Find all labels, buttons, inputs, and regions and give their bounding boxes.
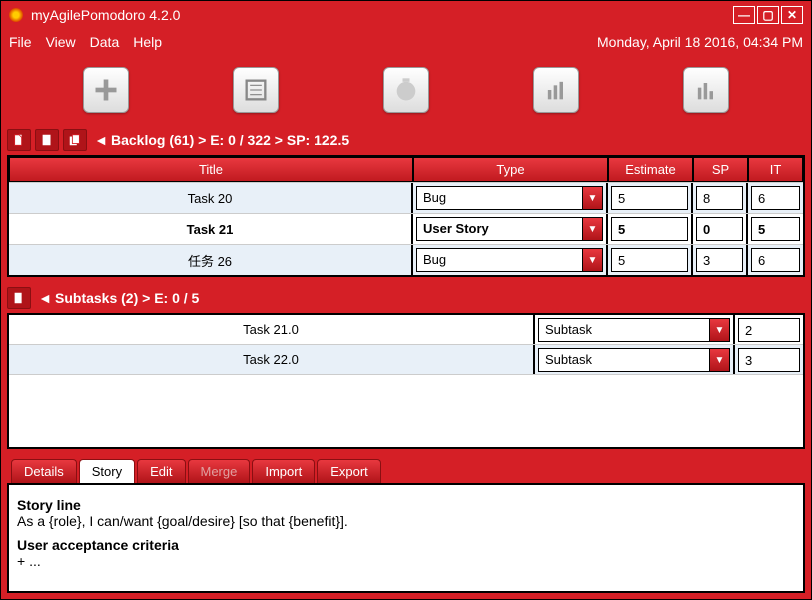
it-input[interactable] xyxy=(751,217,800,241)
subtasks-breadcrumb: Subtasks (2) > E: 0 / 5 xyxy=(55,290,199,306)
timer-icon xyxy=(392,76,420,104)
chart-icon xyxy=(542,76,570,104)
tab-merge: Merge xyxy=(188,459,251,483)
window-title: myAgilePomodoro 4.2.0 xyxy=(31,7,733,23)
estimate-input[interactable] xyxy=(611,186,688,210)
menu-file[interactable]: File xyxy=(9,34,32,50)
new-page-button[interactable] xyxy=(35,129,59,151)
estimate-input[interactable] xyxy=(611,248,688,272)
criteria-text: + ... xyxy=(17,553,795,569)
type-dropdown[interactable]: User Story▼ xyxy=(416,217,603,241)
story-panel[interactable]: Story line As a {role}, I can/want {goal… xyxy=(7,483,805,593)
subtask-row[interactable]: Task 22.0Subtask▼ xyxy=(9,345,803,375)
row-title: 任务 26 xyxy=(9,245,413,275)
type-dropdown[interactable]: Bug▼ xyxy=(416,248,603,272)
sp-input[interactable] xyxy=(696,248,743,272)
type-value: User Story xyxy=(417,218,582,240)
close-button[interactable]: ✕ xyxy=(781,6,803,24)
chart2-icon xyxy=(692,76,720,104)
subtask-refresh-button[interactable] xyxy=(7,287,31,309)
col-title[interactable]: Title xyxy=(9,157,413,182)
menu-help[interactable]: Help xyxy=(133,34,162,50)
page-icon xyxy=(12,133,26,147)
it-input[interactable] xyxy=(751,186,800,210)
chart-button[interactable] xyxy=(533,67,579,113)
type-value: Subtask xyxy=(539,349,709,371)
chevron-down-icon[interactable]: ▼ xyxy=(709,319,729,341)
menu-data[interactable]: Data xyxy=(90,34,120,50)
minimize-button[interactable]: — xyxy=(733,6,755,24)
chevron-down-icon[interactable]: ▼ xyxy=(709,349,729,371)
table-row[interactable]: Task 20Bug▼ xyxy=(9,182,803,213)
story-heading: Story line xyxy=(17,497,795,513)
story-line: As a {role}, I can/want {goal/desire} [s… xyxy=(17,513,795,529)
chevron-down-icon[interactable]: ▼ xyxy=(582,187,602,209)
duplicate-button[interactable] xyxy=(63,129,87,151)
type-value: Bug xyxy=(417,249,582,271)
sp-input[interactable] xyxy=(696,186,743,210)
nav-back[interactable]: ◄ xyxy=(93,131,109,149)
timer-button[interactable] xyxy=(383,67,429,113)
menu-view[interactable]: View xyxy=(46,34,76,50)
type-dropdown[interactable]: Bug▼ xyxy=(416,186,603,210)
datetime-label: Monday, April 18 2016, 04:34 PM xyxy=(597,34,803,50)
estimate-input[interactable] xyxy=(611,217,688,241)
detail-tabs: Details Story Edit Merge Import Export xyxy=(1,455,811,483)
main-toolbar xyxy=(1,55,811,125)
sp-input[interactable] xyxy=(696,217,743,241)
app-icon xyxy=(9,8,23,22)
subtask-title: Task 22.0 xyxy=(9,345,535,374)
page-icon xyxy=(12,291,26,305)
maximize-button[interactable]: ▢ xyxy=(757,6,779,24)
backlog-table: Title Type Estimate SP IT Task 20Bug▼Tas… xyxy=(7,155,805,277)
list-icon xyxy=(242,76,270,104)
chevron-down-icon[interactable]: ▼ xyxy=(582,249,602,271)
subtask-title: Task 21.0 xyxy=(9,315,535,344)
chevron-down-icon[interactable]: ▼ xyxy=(582,218,602,240)
col-estimate[interactable]: Estimate xyxy=(608,157,693,182)
tab-edit[interactable]: Edit xyxy=(137,459,185,483)
list-button[interactable] xyxy=(233,67,279,113)
subtask-row[interactable]: Task 21.0Subtask▼ xyxy=(9,315,803,345)
col-type[interactable]: Type xyxy=(413,157,608,182)
titlebar: myAgilePomodoro 4.2.0 — ▢ ✕ xyxy=(1,1,811,29)
row-title: Task 20 xyxy=(9,183,413,213)
type-value: Subtask xyxy=(539,319,709,341)
col-sp[interactable]: SP xyxy=(693,157,748,182)
subtask-num-input[interactable] xyxy=(738,318,800,342)
subtasks-table: Task 21.0Subtask▼Task 22.0Subtask▼ xyxy=(7,313,805,449)
it-input[interactable] xyxy=(751,248,800,272)
add-button[interactable] xyxy=(83,67,129,113)
tab-import[interactable]: Import xyxy=(252,459,315,483)
criteria-heading: User acceptance criteria xyxy=(17,537,795,553)
page-icon xyxy=(40,133,54,147)
subtask-type-dropdown[interactable]: Subtask▼ xyxy=(538,348,730,372)
type-value: Bug xyxy=(417,187,582,209)
subtasks-section-bar: ◄ Subtasks (2) > E: 0 / 5 xyxy=(1,283,811,313)
backlog-section-bar: ◄ Backlog (61) > E: 0 / 322 > SP: 122.5 xyxy=(1,125,811,155)
tab-export[interactable]: Export xyxy=(317,459,381,483)
col-it[interactable]: IT xyxy=(748,157,803,182)
table-row[interactable]: 任务 26Bug▼ xyxy=(9,244,803,275)
table-row[interactable]: Task 21User Story▼ xyxy=(9,213,803,244)
refresh-button[interactable] xyxy=(7,129,31,151)
subtask-type-dropdown[interactable]: Subtask▼ xyxy=(538,318,730,342)
tab-details[interactable]: Details xyxy=(11,459,77,483)
subtask-num-input[interactable] xyxy=(738,348,800,372)
chart2-button[interactable] xyxy=(683,67,729,113)
add-icon xyxy=(92,76,120,104)
subtask-nav-back[interactable]: ◄ xyxy=(37,289,53,307)
backlog-breadcrumb: Backlog (61) > E: 0 / 322 > SP: 122.5 xyxy=(111,132,349,148)
pages-icon xyxy=(68,133,82,147)
tab-story[interactable]: Story xyxy=(79,459,135,483)
menubar: File View Data Help Monday, April 18 201… xyxy=(1,29,811,55)
row-title: Task 21 xyxy=(9,214,413,244)
